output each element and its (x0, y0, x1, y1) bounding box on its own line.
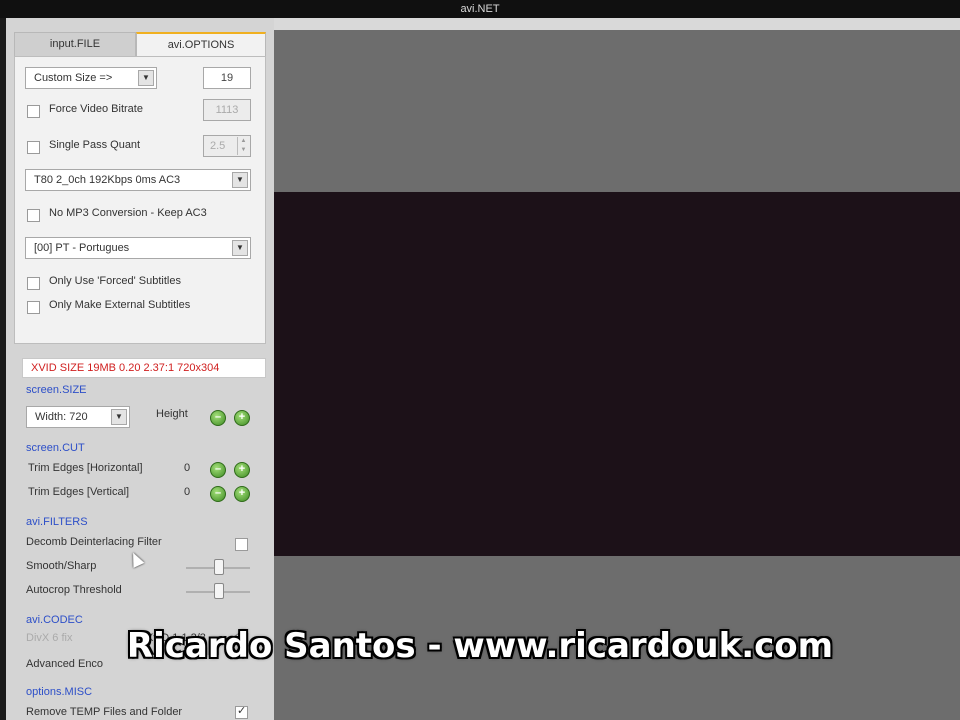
trim-h-decrease-button[interactable]: – (210, 462, 226, 478)
options-panel: input.FILE avi.OPTIONS Custom Size => ▼ … (6, 18, 274, 720)
divx-fix-label: DivX 6 fix (26, 632, 73, 644)
section-avi-codec: avi.CODEC (26, 614, 83, 626)
size-info-banner: XVID SIZE 19MB 0.20 2.37:1 720x304 (22, 358, 266, 378)
chevron-down-icon[interactable]: ▼ (232, 240, 248, 256)
tab-avi-options[interactable]: avi.OPTIONS (136, 32, 266, 56)
section-screen-size: screen.SIZE (26, 384, 87, 396)
chevron-down-icon[interactable]: ▼ (138, 70, 154, 86)
section-options-misc: options.MISC (26, 686, 93, 698)
width-value: Width: 720 (35, 411, 88, 423)
section-avi-filters: avi.FILTERS (26, 516, 88, 528)
tab-input-file[interactable]: input.FILE (14, 32, 136, 56)
single-pass-checkbox[interactable] (27, 141, 40, 154)
window-title-bar: avi.NET (0, 0, 960, 18)
force-bitrate-label: Force Video Bitrate (49, 103, 143, 115)
height-increase-button[interactable]: + (234, 410, 250, 426)
remove-temp-checkbox[interactable] (235, 704, 248, 719)
window-title: avi.NET (460, 3, 500, 15)
single-pass-label: Single Pass Quant (49, 139, 141, 151)
force-bitrate-checkbox[interactable] (27, 105, 40, 118)
xvid-label: XviD 1.1.2/3 (146, 632, 206, 644)
section-screen-cut: screen.CUT (26, 442, 85, 454)
video-frame (274, 192, 960, 556)
height-label: Height (156, 408, 188, 420)
remove-temp-label: Remove TEMP Files and Folder (26, 706, 183, 718)
subtitle-select[interactable]: [00] PT - Portugues ▼ (25, 237, 251, 259)
trim-v-label: Trim Edges [Vertical] (28, 486, 130, 498)
chevron-down-icon[interactable]: ▼ (111, 409, 127, 425)
app-window: input.FILE avi.OPTIONS Custom Size => ▼ … (6, 18, 960, 720)
trim-v-increase-button[interactable]: + (234, 486, 250, 502)
options-box: Custom Size => ▼ 19 Force Video Bitrate … (14, 56, 266, 344)
advanced-encoder-label: Advanced Enco (26, 658, 104, 670)
audio-track-value: T80 2_0ch 192Kbps 0ms AC3 (34, 174, 181, 186)
decomb-label: Decomb Deinterlacing Filter (26, 536, 162, 548)
chevron-down-icon[interactable]: ▼ (232, 172, 248, 188)
size-mode-select[interactable]: Custom Size => ▼ (25, 67, 157, 89)
width-select[interactable]: Width: 720 ▼ (26, 406, 130, 428)
video-preview-area (274, 30, 960, 720)
decomb-checkbox[interactable] (235, 538, 248, 551)
xvid-radio[interactable] (234, 633, 247, 646)
subtitle-value: [00] PT - Portugues (34, 242, 130, 254)
smooth-sharp-label: Smooth/Sharp (26, 560, 97, 572)
single-pass-stepper[interactable]: 2.5 ▲ ▼ (203, 135, 251, 157)
trim-v-decrease-button[interactable]: – (210, 486, 226, 502)
smooth-sharp-thumb[interactable] (214, 559, 224, 575)
audio-track-select[interactable]: T80 2_0ch 192Kbps 0ms AC3 ▼ (25, 169, 251, 191)
no-mp3-label: No MP3 Conversion - Keep AC3 (49, 207, 207, 219)
trim-h-value: 0 (184, 462, 191, 474)
single-pass-value: 2.5 (210, 140, 226, 152)
size-mode-value: Custom Size => (34, 72, 113, 84)
forced-subs-checkbox[interactable] (27, 277, 40, 290)
spin-arrows-icon[interactable]: ▲ ▼ (237, 137, 249, 155)
forced-subs-label: Only Use 'Forced' Subtitles (49, 275, 181, 287)
external-subs-checkbox[interactable] (27, 301, 40, 314)
force-bitrate-input[interactable]: 1113 (203, 99, 251, 121)
trim-v-value: 0 (184, 486, 191, 498)
autocrop-label: Autocrop Threshold (26, 584, 122, 596)
tab-bar: input.FILE avi.OPTIONS (14, 32, 266, 56)
no-mp3-checkbox[interactable] (27, 209, 40, 222)
trim-h-label: Trim Edges [Horizontal] (28, 462, 143, 474)
autocrop-thumb[interactable] (214, 583, 224, 599)
trim-h-increase-button[interactable]: + (234, 462, 250, 478)
target-size-input[interactable]: 19 (203, 67, 251, 89)
height-decrease-button[interactable]: – (210, 410, 226, 426)
external-subs-label: Only Make External Subtitles (49, 299, 191, 311)
